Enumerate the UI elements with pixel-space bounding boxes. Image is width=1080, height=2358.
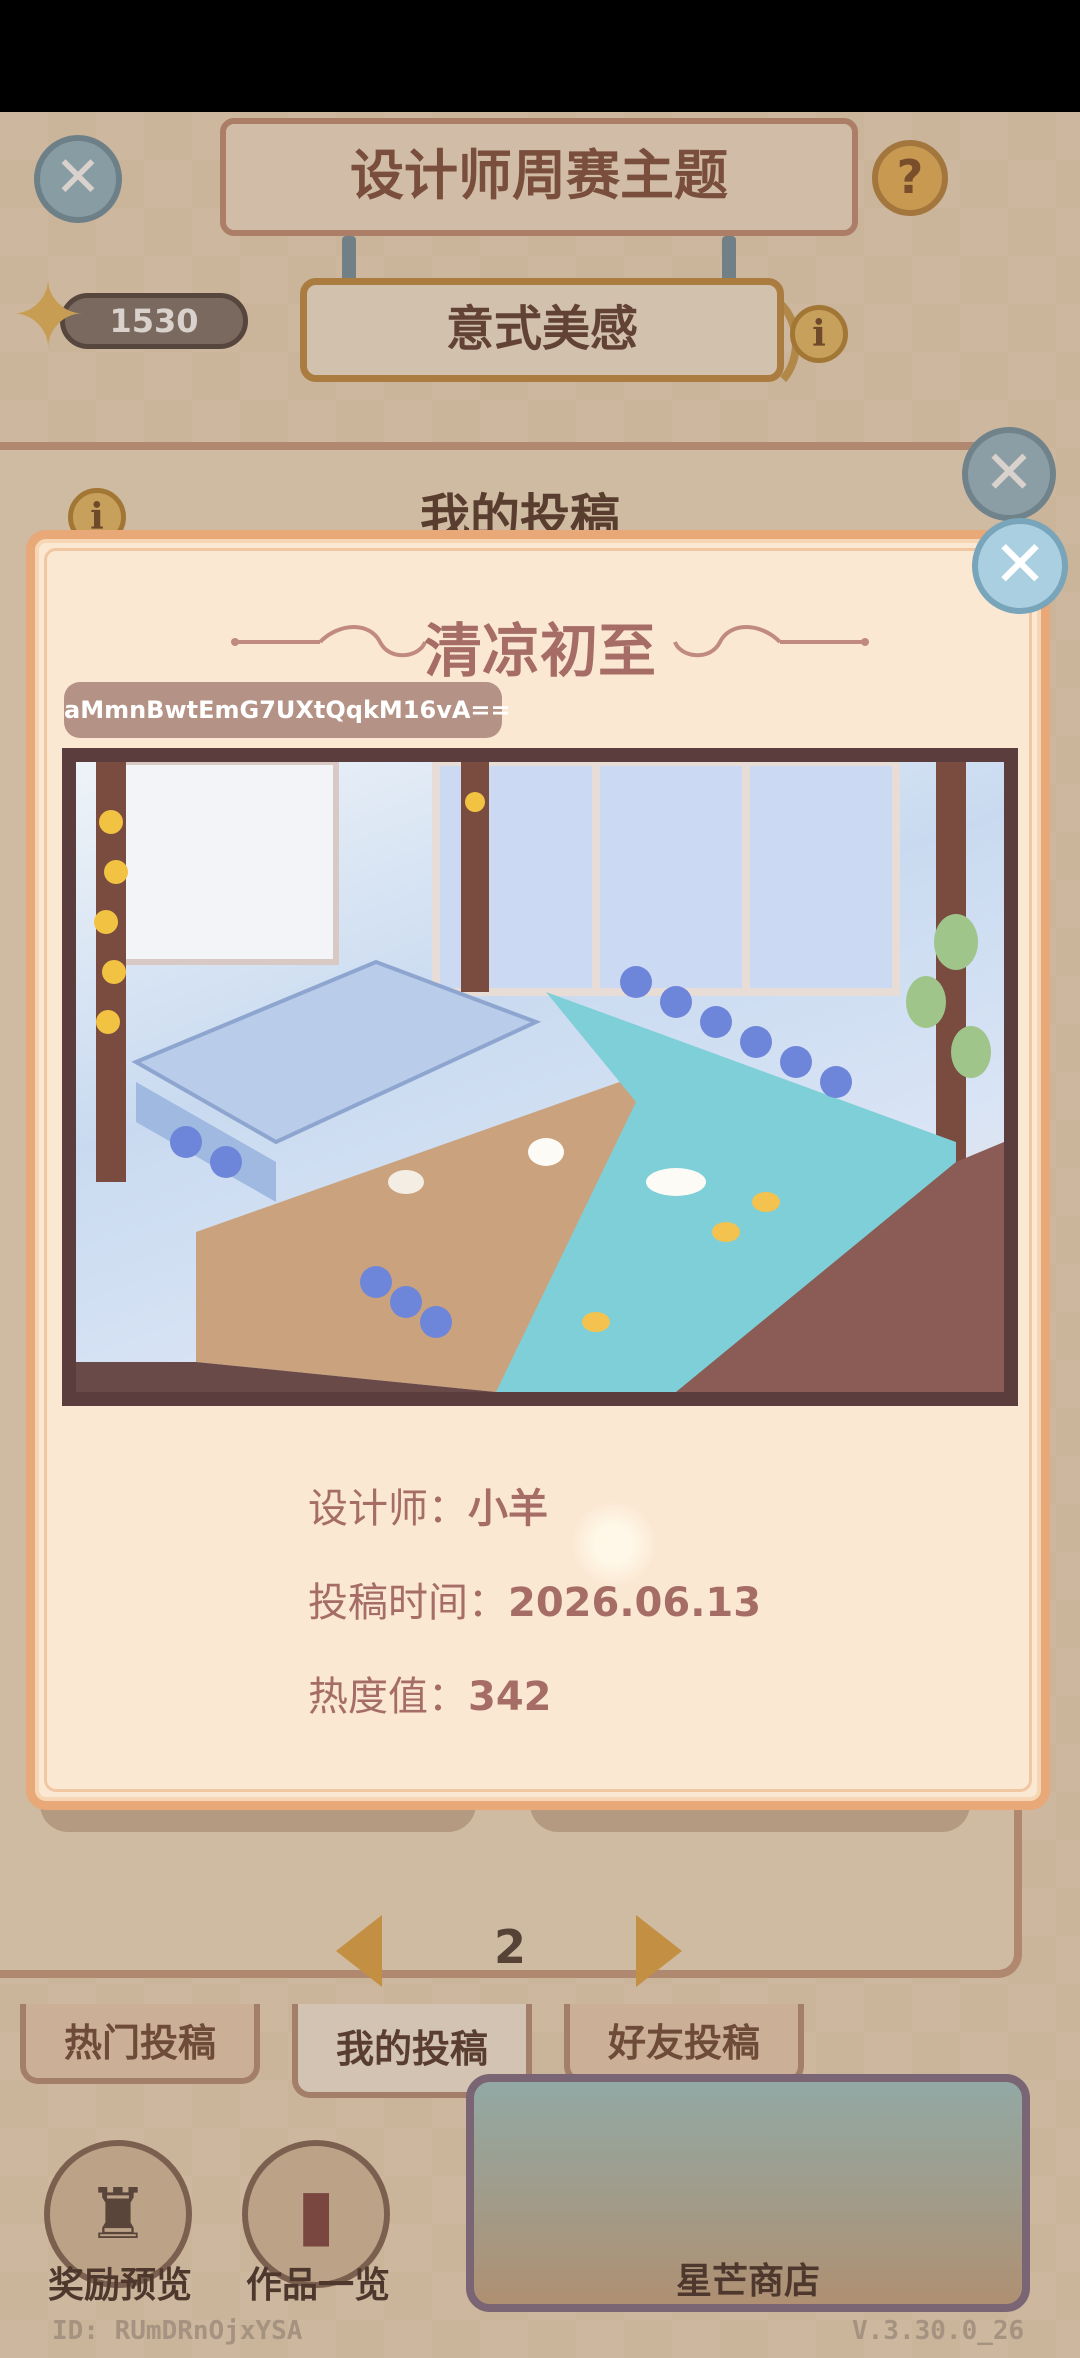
room-illustration [76, 762, 1004, 1392]
design-preview-image [76, 762, 1004, 1392]
heat-label: 热度值： [308, 1674, 468, 1720]
submit-time-label: 投稿时间： [308, 1580, 508, 1626]
title-ornament-right [673, 625, 869, 658]
designer-label: 设计师： [308, 1486, 468, 1532]
close-icon: ✕ [993, 528, 1047, 602]
designer-row: 设计师：小羊 [308, 1476, 548, 1534]
heat-value: 342 [468, 1674, 552, 1720]
submit-time-row: 投稿时间：2026.06.13 [308, 1570, 761, 1628]
status-bar [0, 0, 1080, 112]
popup-close-button[interactable]: ✕ [972, 518, 1068, 614]
design-preview-frame [62, 748, 1018, 1406]
design-code[interactable]: aMmnBwtEmG7UXtQqkM16vA== [64, 682, 511, 738]
heat-row: 热度值：342 [308, 1664, 552, 1722]
designer-name: 小羊 [468, 1486, 548, 1532]
submit-time-value: 2026.06.13 [508, 1580, 762, 1626]
